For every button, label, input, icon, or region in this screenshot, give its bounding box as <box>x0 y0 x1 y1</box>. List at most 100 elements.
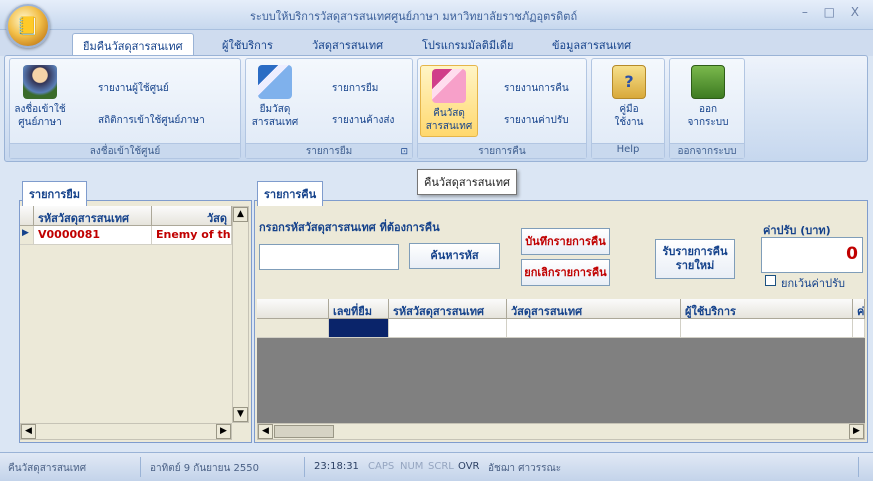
scroll-left-icon[interactable]: ◀ <box>21 424 36 439</box>
scroll-thumb[interactable] <box>274 425 334 438</box>
scroll-down-icon[interactable]: ▼ <box>233 407 248 422</box>
new-return-label-2: รายใหม่ <box>675 259 715 272</box>
tab-borrow-return[interactable]: ยืมคืนวัสดุสารสนเทศ <box>72 33 194 55</box>
group-borrow: ยืมวัสดุ สารสนเทศ รายการยืม รายงานค้างส่… <box>245 58 413 159</box>
status-bar: คืนวัสดุสารสนเทศ อาทิตย์ 9 กันยายน 2550 … <box>0 452 873 481</box>
new-return-button[interactable]: รับรายการคืน รายใหม่ <box>655 239 735 279</box>
row-indicator-icon: ▶ <box>20 226 34 245</box>
status-scrl: SCRL <box>428 461 454 472</box>
manual-label-1: คู่มือ <box>619 104 639 115</box>
status-time: 23:18:31 <box>314 461 359 472</box>
borrow-label-1: ยืมวัสดุ <box>259 104 291 115</box>
app-title: ระบบให้บริการวัสดุสารสนเทศศูนย์ภาษา มหาว… <box>250 10 578 23</box>
exit-button[interactable]: ออก จากระบบ <box>682 65 734 129</box>
grid-scroll-right-icon[interactable]: ▶ <box>849 424 864 439</box>
manual-label-2: ใช้งาน <box>614 117 644 128</box>
save-return-button[interactable]: บันทึกรายการคืน <box>521 228 610 255</box>
tab-return-list[interactable]: รายการคืน <box>257 181 324 206</box>
status-ovr: OVR <box>458 461 480 472</box>
vertical-scrollbar[interactable]: ▲ ▼ <box>232 206 249 423</box>
return-grid: เลขที่ยืม รหัสวัสดุสารสนเทศ วัสดุสารสนเท… <box>257 299 865 423</box>
tab-materials[interactable]: วัสดุสารสนเทศ <box>312 36 383 54</box>
col-header-patron[interactable]: ผู้ใช้บริการ <box>681 299 853 319</box>
exit-label-2: จากระบบ <box>687 117 729 128</box>
material-id-input[interactable] <box>259 244 399 270</box>
tab-users[interactable]: ผู้ใช้บริการ <box>222 36 273 54</box>
borrow-icon <box>258 65 292 99</box>
return-button[interactable]: คืนวัสดุ สารสนเทศ <box>420 65 478 137</box>
new-row-header <box>257 319 329 338</box>
user-login-icon <box>23 65 57 99</box>
grid-cell[interactable] <box>389 319 507 338</box>
login-button[interactable]: ลงชื่อเข้าใช้ ศูนย์ภาษา <box>12 65 68 129</box>
group-caption-exit: ออกจากระบบ <box>670 143 744 158</box>
login-label-2: ศูนย์ภาษา <box>18 117 62 128</box>
tab-multimedia[interactable]: โปรแกรมมัลติมีเดีย <box>422 36 513 54</box>
selected-cell[interactable] <box>329 319 389 338</box>
group-return: คืนวัสดุ สารสนเทศ รายงานการคืน รายงานค่า… <box>417 58 587 159</box>
col-header-material-name[interactable]: วัสดุสารสนเทศ <box>507 299 681 319</box>
status-date: อาทิตย์ 9 กันยายน 2550 <box>150 463 259 474</box>
fine-report-button[interactable]: รายงานค่าปรับ <box>504 113 569 128</box>
group-caption-borrow: รายการยืม <box>246 143 412 158</box>
return-report-button[interactable]: รายงานการคืน <box>504 81 569 96</box>
cancel-return-button[interactable]: ยกเลิกรายการคืน <box>521 259 610 286</box>
input-label: กรอกรหัสวัสดุสารสนเทศ ที่ต้องการคืน <box>259 221 440 234</box>
return-label-2: สารสนเทศ <box>425 121 473 132</box>
tab-borrow-list[interactable]: รายการยืม <box>22 181 87 206</box>
login-label-1: ลงชื่อเข้าใช้ <box>14 104 66 115</box>
group-help: ? คู่มือ ใช้งาน Help <box>591 58 665 159</box>
cell-material-title[interactable]: Enemy of th <box>152 226 232 245</box>
user-report-button[interactable]: รายงานผู้ใช้ศูนย์ <box>98 81 169 96</box>
scroll-right-icon[interactable]: ▶ <box>216 424 231 439</box>
col-header-loan-no[interactable]: เลขที่ยืม <box>329 299 389 319</box>
overdue-report-button[interactable]: รายงานค้างส่ง <box>332 113 394 128</box>
scroll-up-icon[interactable]: ▲ <box>233 207 248 222</box>
app-menu-icon: 📒 <box>16 15 40 37</box>
title-bar: ระบบให้บริการวัสดุสารสนเทศศูนย์ภาษา มหาว… <box>0 0 873 30</box>
return-icon <box>432 69 466 103</box>
search-id-button[interactable]: ค้นหารหัส <box>409 243 500 269</box>
tab-information[interactable]: ข้อมูลสารสนเทศ <box>552 36 631 54</box>
horizontal-scrollbar[interactable]: ◀ ▶ <box>20 423 232 440</box>
grid-horizontal-scrollbar[interactable]: ◀ ▶ <box>257 423 865 440</box>
col-header-material-code[interactable]: รหัสวัสดุสารสนเทศ <box>389 299 507 319</box>
col-header-fine[interactable]: ค่า <box>853 299 865 319</box>
status-mode: คืนวัสดุสารสนเทศ <box>8 463 87 474</box>
manual-button[interactable]: ? คู่มือ ใช้งาน <box>604 65 654 129</box>
status-caps: CAPS <box>368 461 395 472</box>
grid-cell[interactable] <box>853 319 865 338</box>
dialog-launcher-icon[interactable]: ⊡ <box>400 147 408 157</box>
office-orb-button[interactable]: 📒 <box>6 4 50 48</box>
group-caption-help: Help <box>592 143 664 158</box>
status-user: อัชฌา ศาวรรณะ <box>488 463 562 474</box>
return-label-1: คืนวัสดุ <box>433 108 465 119</box>
waive-fine-label: ยกเว้นค่าปรับ <box>781 277 845 290</box>
grid-cell[interactable] <box>507 319 681 338</box>
col-header-material-id[interactable]: รหัสวัสดุสารสนเทศ <box>34 206 152 226</box>
borrow-list-button[interactable]: รายการยืม <box>332 81 378 96</box>
borrow-list-panel: รหัสวัสดุสารสนเทศ วัสดุ ▶ V0000081 Enemy… <box>19 200 252 443</box>
status-num: NUM <box>400 461 424 472</box>
borrow-button[interactable]: ยืมวัสดุ สารสนเทศ <box>250 65 300 129</box>
grid-corner <box>257 299 329 319</box>
cell-material-id[interactable]: V0000081 <box>34 226 152 245</box>
new-return-label-1: รับรายการคืน <box>662 245 728 258</box>
ribbon-tab-row: ยืมคืนวัสดุสารสนเทศ ผู้ใช้บริการ วัสดุสา… <box>0 30 873 56</box>
group-exit: ออก จากระบบ ออกจากระบบ <box>669 58 745 159</box>
group-login: ลงชื่อเข้าใช้ ศูนย์ภาษา รายงานผู้ใช้ศูนย… <box>9 58 241 159</box>
tooltip: คืนวัสดุสารสนเทศ <box>417 169 517 195</box>
usage-stats-button[interactable]: สถิติการเข้าใช้ศูนย์ภาษา <box>98 113 205 128</box>
group-caption-login: ลงชื่อเข้าใช้ศูนย์ <box>10 143 240 158</box>
row-header-corner <box>20 206 34 226</box>
help-book-icon: ? <box>612 65 646 99</box>
grid-scroll-left-icon[interactable]: ◀ <box>258 424 273 439</box>
return-panel: กรอกรหัสวัสดุสารสนเทศ ที่ต้องการคืน ค้นห… <box>254 200 868 443</box>
waive-fine-checkbox[interactable] <box>765 275 776 286</box>
fine-amount-field[interactable]: 0 <box>761 237 863 273</box>
grid-cell[interactable] <box>681 319 853 338</box>
window-controls[interactable]: – □ X <box>802 5 865 19</box>
borrow-label-2: สารสนเทศ <box>251 117 299 128</box>
exit-door-icon <box>691 65 725 99</box>
col-header-material[interactable]: วัสดุ <box>152 206 232 226</box>
